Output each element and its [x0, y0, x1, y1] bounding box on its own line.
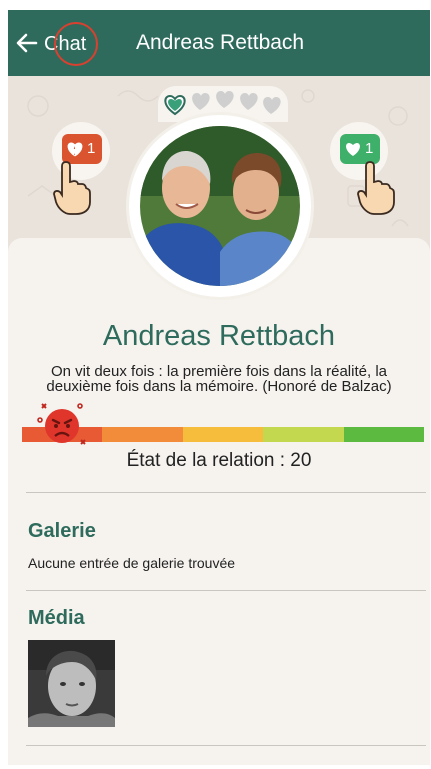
app-frame: Chat Andreas Rettbach 1 1 Andreas Rettba…: [8, 10, 430, 765]
annotation-circle: [54, 22, 98, 66]
relationship-status: État de la relation : 20: [126, 450, 312, 471]
gallery-title: Galerie: [28, 520, 96, 542]
media-title: Média: [28, 607, 85, 629]
relationship-segment: [102, 427, 183, 442]
divider: [26, 590, 426, 591]
pointing-hand-icon: [53, 161, 91, 215]
heart-icon[interactable]: [263, 97, 281, 114]
angry-face-icon: [37, 403, 86, 445]
profile-photo[interactable]: [140, 126, 300, 286]
arrow-left-icon[interactable]: [14, 30, 40, 56]
heart-icon: [346, 143, 360, 156]
relationship-segment: [343, 427, 425, 442]
heart-icon[interactable]: [192, 93, 210, 110]
relationship-segment: [182, 427, 264, 442]
heart-icon[interactable]: [164, 94, 186, 116]
gallery-empty-text: Aucune entrée de galerie trouvée: [28, 555, 236, 571]
heart-icon[interactable]: [216, 91, 234, 108]
profile-name: Andreas Rettbach: [102, 320, 336, 352]
profile-quote: On vit deux fois : la première fois dans…: [46, 363, 392, 395]
relationship-segment: [263, 427, 344, 442]
media-thumbnail[interactable]: [28, 640, 115, 727]
heart-icon[interactable]: [240, 93, 258, 110]
page-title: Andreas Rettbach: [136, 31, 305, 54]
pointing-hand-icon: [357, 161, 395, 215]
broken-heart-icon: [67, 142, 83, 157]
divider: [26, 492, 426, 493]
top-app-bar: Chat Andreas Rettbach: [8, 10, 430, 76]
divider: [26, 745, 426, 746]
